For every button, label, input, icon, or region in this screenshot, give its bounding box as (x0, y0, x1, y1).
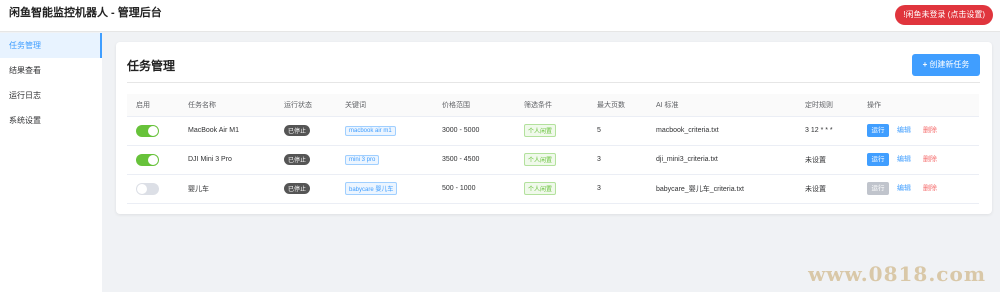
actions-cell: 运行 编辑 删除 (858, 145, 979, 175)
run-button[interactable]: 运行 (867, 124, 889, 137)
delete-link[interactable]: 删除 (923, 185, 937, 192)
toggle-knob (148, 125, 158, 136)
price-range: 3500 - 4500 (433, 145, 515, 175)
watermark-logo: www.0818.com (808, 262, 986, 286)
status-cell: 已停止 (275, 174, 336, 204)
keyword-tag: mini 3 pro (345, 154, 380, 165)
filter-tag: 个人闲置 (524, 124, 557, 137)
column-header: 启用 (127, 94, 179, 117)
enable-toggle[interactable] (136, 153, 159, 166)
task-table: 启用 任务名称 运行状态 关键词 价格范围 筛选条件 最大页数 AI 标准 定时… (127, 94, 979, 204)
edit-link[interactable]: 编辑 (897, 185, 911, 192)
max-pages: 3 (588, 174, 647, 204)
login-status-button[interactable]: !闲鱼未登录 (点击设置) (895, 5, 993, 25)
edit-link[interactable]: 编辑 (897, 156, 911, 163)
sidebar-item-results[interactable]: 结果查看 (0, 58, 102, 83)
filter-cell: 个人闲置 (515, 116, 588, 146)
task-name: MacBook Air M1 (179, 116, 275, 146)
column-header: 最大页数 (588, 94, 647, 117)
actions-cell: 运行 编辑 删除 (858, 116, 979, 146)
column-header: 任务名称 (179, 94, 275, 117)
create-task-label: 创建新任务 (929, 60, 970, 69)
max-pages: 3 (588, 145, 647, 175)
filter-cell: 个人闲置 (515, 174, 588, 204)
status-badge: 已停止 (284, 183, 311, 194)
column-header: 价格范围 (433, 94, 515, 117)
column-header: AI 标准 (647, 94, 796, 117)
price-range: 3000 - 5000 (433, 116, 515, 146)
status-badge: 已停止 (284, 125, 311, 136)
enable-cell (127, 116, 179, 146)
keyword-tag: macbook air m1 (345, 125, 396, 136)
sidebar-item-settings[interactable]: 系统设置 (0, 108, 102, 133)
filter-tag: 个人闲置 (524, 182, 557, 195)
toggle-knob (148, 154, 158, 165)
filter-cell: 个人闲置 (515, 145, 588, 175)
plus-icon: + (922, 60, 928, 69)
card-divider (127, 82, 980, 83)
top-bar: 闲鱼智能监控机器人 - 管理后台 !闲鱼未登录 (点击设置) (0, 0, 1000, 32)
column-header: 运行状态 (275, 94, 336, 117)
schedule-rule: 未设置 (796, 145, 858, 175)
task-name: DJI Mini 3 Pro (179, 145, 275, 175)
schedule-rule: 未设置 (796, 174, 858, 204)
sidebar: 任务管理 结果查看 运行日志 系统设置 (0, 33, 102, 292)
delete-link[interactable]: 删除 (923, 127, 937, 134)
schedule-rule: 3 12 * * * (796, 116, 858, 146)
status-badge: 已停止 (284, 154, 311, 165)
ai-criteria-file: dji_mini3_criteria.txt (647, 145, 796, 175)
enable-cell (127, 145, 179, 175)
keyword-cell: babycare 婴儿车 (336, 174, 433, 204)
edit-link[interactable]: 编辑 (897, 127, 911, 134)
enable-cell (127, 174, 179, 204)
toggle-knob (137, 183, 147, 194)
keyword-tag: babycare 婴儿车 (345, 182, 398, 195)
filter-tag: 个人闲置 (524, 153, 557, 166)
actions-cell: 运行 编辑 删除 (858, 174, 979, 204)
column-header: 操作 (858, 94, 979, 117)
column-header: 关键词 (336, 94, 433, 117)
sidebar-item-task-management[interactable]: 任务管理 (0, 33, 102, 58)
table-row: 婴儿车 已停止 babycare 婴儿车 500 - 1000 个人闲置 3 b… (127, 174, 979, 204)
table-row: DJI Mini 3 Pro 已停止 mini 3 pro 3500 - 450… (127, 145, 979, 175)
delete-link[interactable]: 删除 (923, 156, 937, 163)
table-row: MacBook Air M1 已停止 macbook air m1 3000 -… (127, 116, 979, 146)
page-title: 任务管理 (127, 59, 176, 73)
run-button[interactable]: 运行 (867, 153, 889, 166)
keyword-cell: mini 3 pro (336, 145, 433, 175)
enable-toggle[interactable] (136, 182, 159, 195)
column-header: 定时规则 (796, 94, 858, 117)
app-title: 闲鱼智能监控机器人 - 管理后台 (9, 7, 162, 19)
column-header: 筛选条件 (515, 94, 588, 117)
task-card: 任务管理 + 创建新任务 启用 任务名称 运行状态 关键词 价格范围 筛选条件 最… (116, 42, 992, 214)
task-name: 婴儿车 (179, 174, 275, 204)
max-pages: 5 (588, 116, 647, 146)
ai-criteria-file: babycare_婴儿车_criteria.txt (647, 174, 796, 204)
price-range: 500 - 1000 (433, 174, 515, 204)
table-header-row: 启用 任务名称 运行状态 关键词 价格范围 筛选条件 最大页数 AI 标准 定时… (127, 94, 979, 117)
status-cell: 已停止 (275, 145, 336, 175)
create-task-button[interactable]: + 创建新任务 (912, 54, 980, 76)
sidebar-item-logs[interactable]: 运行日志 (0, 83, 102, 108)
enable-toggle[interactable] (136, 124, 159, 137)
keyword-cell: macbook air m1 (336, 116, 433, 146)
ai-criteria-file: macbook_criteria.txt (647, 116, 796, 146)
status-cell: 已停止 (275, 116, 336, 146)
run-button[interactable]: 运行 (867, 182, 889, 195)
